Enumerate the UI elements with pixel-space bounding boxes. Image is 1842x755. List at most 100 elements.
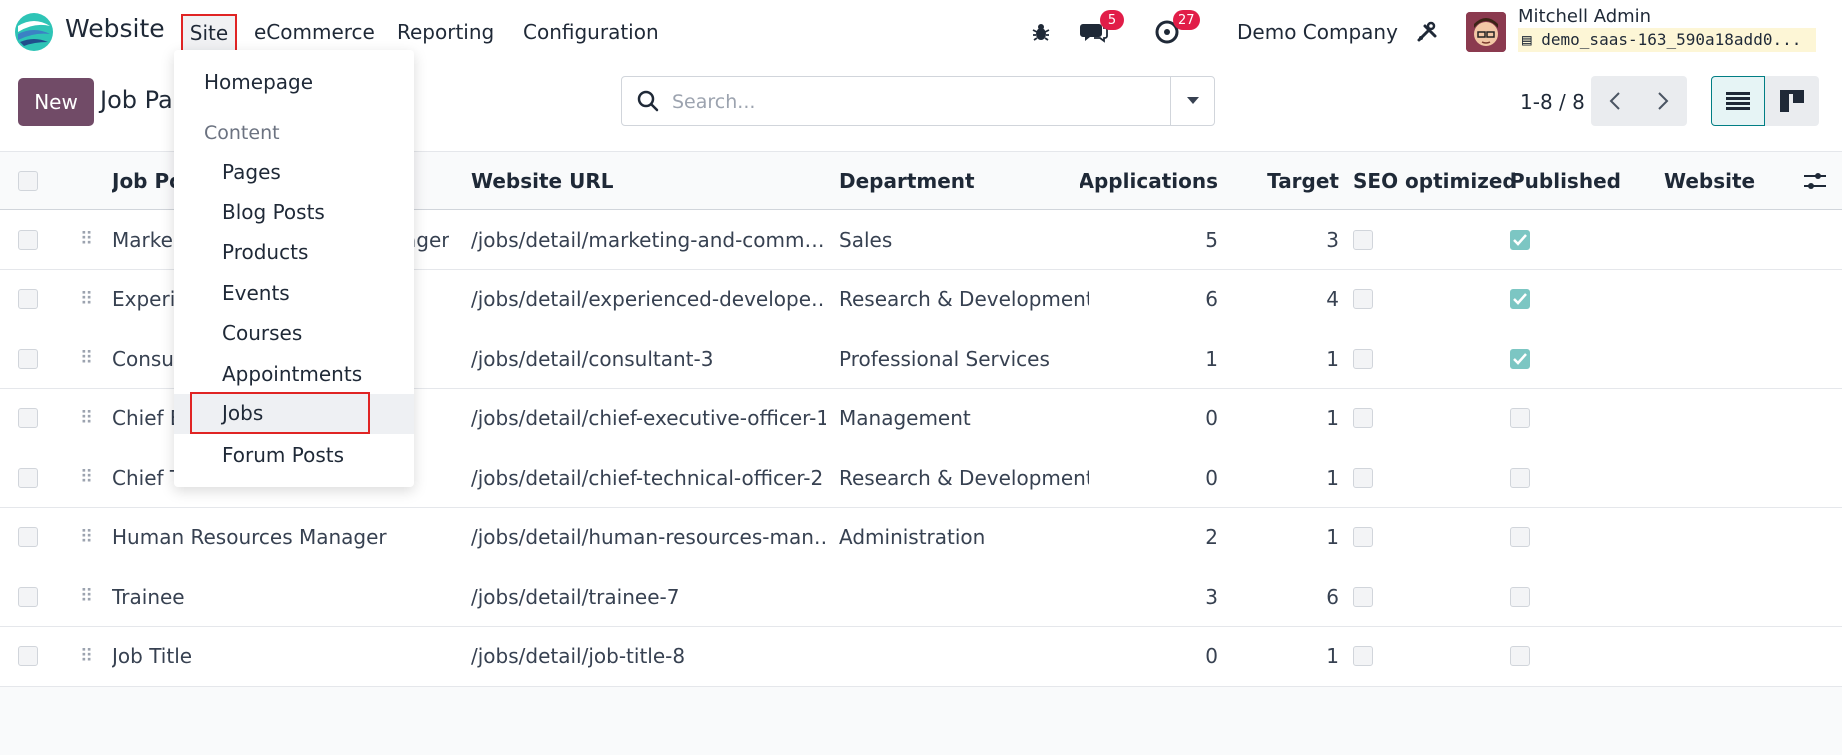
chevron-left-icon [1609,92,1620,110]
department: Professional Services [839,346,1050,371]
row-checkbox-cell[interactable] [18,270,38,329]
drag-handle-icon[interactable]: ⠿ [80,627,92,686]
menu-events[interactable]: Events [174,273,414,313]
menu-site[interactable]: Site [181,14,237,52]
row-checkbox-cell[interactable] [18,448,38,507]
search-options-toggle[interactable] [1170,77,1214,125]
check-icon [1513,293,1527,305]
published-checkbox [1510,527,1530,547]
published-checkbox [1510,408,1530,428]
published-checkbox-cell [1510,210,1530,269]
select-all-checkbox-cell[interactable] [18,152,38,209]
chevron-right-icon [1658,92,1669,110]
row-checkbox[interactable] [18,408,38,428]
database-icon: ▤ [1522,30,1542,49]
seo-optimized-checkbox-cell [1353,270,1373,329]
list-view-button[interactable] [1711,76,1765,126]
kanban-view-button[interactable] [1765,76,1819,126]
pager-buttons [1591,76,1687,126]
menu-jobs[interactable]: Jobs [190,392,370,434]
drag-handle-icon[interactable]: ⠿ [80,389,92,448]
menu-appointments[interactable]: Appointments [174,354,414,394]
drag-handle-icon[interactable]: ⠿ [80,567,92,626]
menu-products[interactable]: Products [174,232,414,272]
check-icon [1513,233,1527,246]
menu-homepage[interactable]: Homepage [174,62,414,102]
website-url: /jobs/detail/marketing-and-comm… [471,227,825,252]
drag-handle-icon[interactable]: ⠿ [80,448,92,507]
messages-icon[interactable]: 5 [1080,10,1124,46]
row-checkbox-cell[interactable] [18,210,38,269]
drag-handle-icon[interactable]: ⠿ [80,210,92,269]
drag-handle-icon[interactable]: ⠿ [80,329,92,388]
column-applications[interactable]: Applications [1080,152,1218,209]
row-checkbox[interactable] [18,289,38,309]
drag-handle-icon[interactable]: ⠿ [80,508,92,567]
job-name: Trainee [112,567,452,626]
menu-courses[interactable]: Courses [174,313,414,353]
job-name-text: Consul [112,346,180,371]
row-checkbox-cell[interactable] [18,508,38,567]
activities-badge: 27 [1173,10,1200,30]
applications-count: 1 [1205,346,1218,371]
row-checkbox-cell[interactable] [18,567,38,626]
row-checkbox[interactable] [18,348,38,369]
column-published[interactable]: Published [1510,152,1621,209]
company-switcher[interactable]: Demo Company [1237,20,1398,44]
website-url: /jobs/detail/experienced-develope… [471,287,826,311]
table-row[interactable]: ⠿ Human Resources Manager/jobs/detail/hum… [0,507,1842,568]
column-seo-optimized[interactable]: SEO optimized [1353,152,1517,209]
row-checkbox-cell[interactable] [18,329,38,388]
row-checkbox[interactable] [18,646,38,666]
target-count: 4 [1326,287,1339,311]
pager-next-button[interactable] [1639,76,1687,126]
breadcrumb-title: Job Pa [100,86,173,114]
row-checkbox-cell[interactable] [18,389,38,448]
menu-blog-posts[interactable]: Blog Posts [174,192,414,232]
column-target[interactable]: Target [1240,152,1339,209]
column-website[interactable]: Website [1664,152,1755,209]
menu-pages[interactable]: Pages [174,152,414,192]
menu-reporting[interactable]: Reporting [397,20,494,44]
table-row[interactable]: ⠿ Job Title/jobs/detail/job-title-8 0 1 [0,626,1842,687]
seo-optimized-checkbox-cell [1353,567,1373,626]
applications-count: 0 [1205,465,1218,490]
drag-handle-icon[interactable]: ⠿ [80,270,92,329]
row-checkbox[interactable] [18,229,38,250]
seo-optimized-checkbox-cell [1353,329,1373,388]
department [839,627,1089,686]
new-button[interactable]: New [18,78,94,126]
column-website-url[interactable]: Website URL [471,152,613,209]
column-department[interactable]: Department [839,152,975,209]
job-name: Human Resources Manager [112,508,452,567]
website-app-icon[interactable] [14,12,54,52]
job-name-text: Trainee [112,584,185,609]
table-row[interactable]: ⠿ Trainee/jobs/detail/trainee-7 3 6 [0,567,1842,627]
published-checkbox-cell [1510,389,1530,448]
applications-count: 0 [1205,644,1218,668]
database-name: ▤ demo_saas-163_590a18add0... [1518,28,1816,52]
bug-icon[interactable] [1027,18,1055,46]
row-checkbox[interactable] [18,527,38,547]
tools-icon[interactable] [1413,18,1441,46]
job-name-text: Marke [112,227,173,252]
select-all-checkbox[interactable] [18,170,38,191]
applications-count: 0 [1205,406,1218,430]
activity-clock-icon[interactable]: 27 [1153,10,1200,46]
pager-value[interactable]: 1-8 / 8 [1520,90,1585,114]
app-name[interactable]: Website [65,14,165,43]
row-checkbox-cell[interactable] [18,627,38,686]
search-input[interactable] [672,87,1142,117]
seo-optimized-checkbox-cell [1353,389,1373,448]
menu-forum-posts[interactable]: Forum Posts [174,435,414,475]
job-name-text: Human Resources Manager [112,525,387,549]
pager-previous-button[interactable] [1591,76,1639,126]
user-name[interactable]: Mitchell Admin [1518,6,1651,27]
seo-optimized-checkbox [1353,408,1373,428]
optional-columns-icon[interactable] [1804,152,1826,209]
row-checkbox[interactable] [18,467,38,488]
menu-ecommerce[interactable]: eCommerce [254,20,375,44]
row-checkbox[interactable] [18,586,38,607]
menu-configuration[interactable]: Configuration [523,20,659,44]
user-avatar[interactable] [1466,12,1506,52]
